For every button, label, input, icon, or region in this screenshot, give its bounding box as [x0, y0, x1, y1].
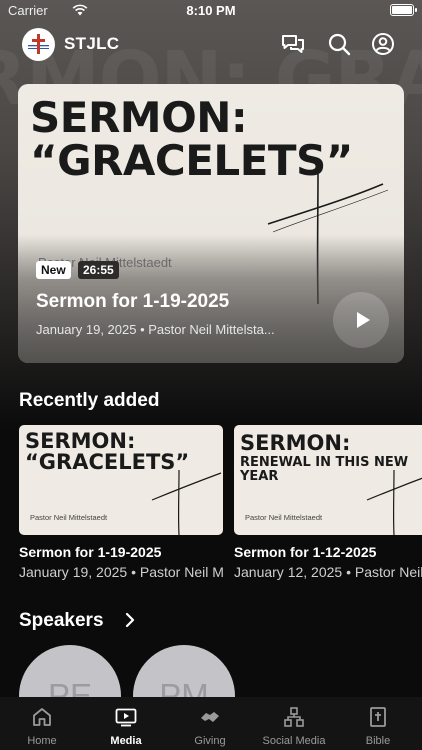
media-card-subtitle: January 19, 2025 • Pastor Neil Mittelsta…: [19, 564, 223, 580]
media-card-thumbnail: SERMON: “GRACELETS” Pastor Neil Mittelst…: [19, 425, 223, 535]
media-card-subtitle: January 12, 2025 • Pastor Neil Mittelsta…: [234, 564, 422, 580]
cross-artwork-icon: [366, 469, 422, 535]
bottom-tab-bar: Home Media Giving Social Media Bible: [0, 697, 422, 750]
chevron-right-icon[interactable]: [124, 612, 136, 628]
duration-badge: 26:55: [78, 261, 119, 279]
home-icon: [33, 708, 51, 726]
speakers-heading[interactable]: Speakers: [19, 610, 104, 632]
search-button[interactable]: [325, 30, 353, 58]
new-badge: New: [36, 261, 71, 279]
recently-added-heading: Recently added: [19, 390, 160, 411]
tab-label: Bible: [365, 735, 391, 747]
tab-home[interactable]: Home: [0, 697, 84, 750]
search-icon: [328, 33, 351, 56]
logo-cross-icon: [28, 34, 49, 54]
media-card[interactable]: SERMON: “GRACELETS” Pastor Neil Mittelst…: [19, 425, 223, 580]
status-bar: Carrier 8:10 PM: [0, 0, 422, 22]
media-card[interactable]: SERMON: RENEWAL IN THIS NEW YEAR Pastor …: [234, 425, 422, 580]
network-icon: [284, 707, 304, 727]
tab-label: Media: [110, 735, 142, 747]
media-card-thumbnail: SERMON: RENEWAL IN THIS NEW YEAR Pastor …: [234, 425, 422, 535]
tab-giving[interactable]: Giving: [168, 697, 252, 750]
battery-icon: [390, 4, 417, 16]
app-header: STJLC: [0, 26, 422, 62]
profile-button[interactable]: [369, 30, 397, 58]
tab-social-media[interactable]: Social Media: [252, 697, 336, 750]
tab-bible[interactable]: Bible: [336, 697, 420, 750]
tab-label: Giving: [194, 735, 226, 747]
thumbnail-speaker: Pastor Neil Mittelstaedt: [30, 513, 108, 522]
bible-icon: [370, 707, 386, 727]
clock: 8:10 PM: [186, 3, 236, 18]
church-logo[interactable]: [22, 28, 55, 61]
featured-sermon-card[interactable]: SERMON: “GRACELETS” Pastor Neil Mittelst…: [18, 84, 404, 363]
account-circle-icon: [372, 33, 394, 55]
tab-label: Home: [27, 735, 57, 747]
chat-button[interactable]: [279, 30, 307, 58]
featured-sermon-subtitle: January 19, 2025 • Pastor Neil Mittelsta…: [36, 322, 275, 337]
tab-label: Social Media: [262, 735, 326, 747]
handshake-icon: [201, 712, 219, 722]
media-card-title: Sermon for 1-12-2025: [234, 544, 377, 560]
featured-sermon-title: Sermon for 1-19-2025: [36, 291, 230, 312]
cross-artwork-icon: [151, 469, 222, 535]
thumbnail-speaker: Pastor Neil Mittelstaedt: [245, 513, 323, 522]
play-icon: [357, 312, 370, 328]
play-button[interactable]: [333, 292, 389, 348]
tab-media[interactable]: Media: [84, 697, 168, 750]
app-title: STJLC: [64, 34, 120, 53]
tv-play-icon: [115, 708, 137, 727]
media-card-title: Sermon for 1-19-2025: [19, 544, 162, 560]
chat-bubbles-icon: [282, 35, 304, 53]
